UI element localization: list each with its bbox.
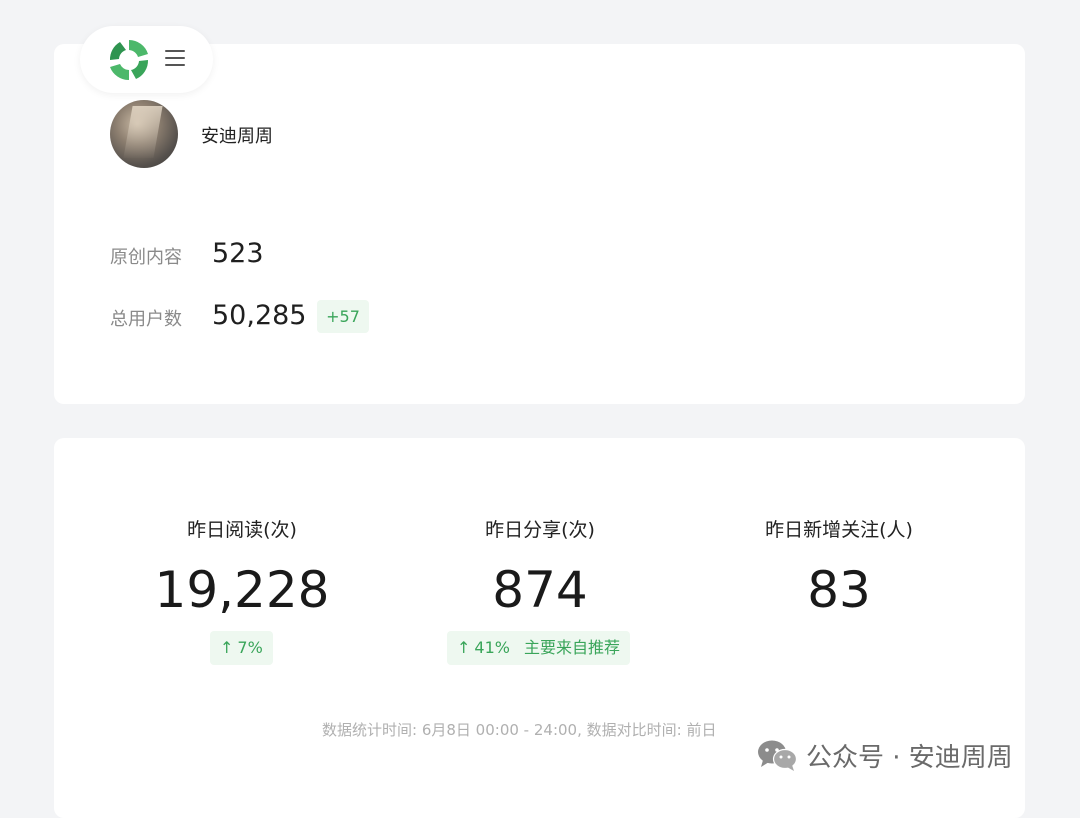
arrow-up-icon: ↑ xyxy=(457,638,471,657)
original-content-label: 原创内容 xyxy=(110,247,182,268)
app-logo-icon xyxy=(109,40,149,81)
metric-new-followers: 昨日新增关注(人) 83 xyxy=(689,517,989,617)
shares-trend-badge: ↑ 41% 主要来自推荐 xyxy=(447,631,630,665)
metric-new-followers-label: 昨日新增关注(人) xyxy=(765,519,913,541)
shares-trend-value: 41% xyxy=(474,638,510,657)
data-time-footnote: 数据统计时间: 6月8日 00:00 - 24:00, 数据对比时间: 前日 xyxy=(322,721,717,739)
watermark: 公众号 · 安迪周周 xyxy=(756,735,1013,775)
total-users-delta-badge: +57 xyxy=(317,300,369,333)
avatar[interactable] xyxy=(110,100,178,168)
metric-new-followers-value: 83 xyxy=(807,561,871,619)
header-pill[interactable] xyxy=(80,26,213,93)
wechat-icon xyxy=(758,740,798,771)
metric-reads-label: 昨日阅读(次) xyxy=(187,519,297,541)
original-content-value: 523 xyxy=(212,238,264,269)
metric-reads-value: 19,228 xyxy=(154,561,330,619)
watermark-text: 公众号 · 安迪周周 xyxy=(806,742,1013,773)
metric-reads: 昨日阅读(次) 19,228 xyxy=(92,517,392,617)
account-name: 安迪周周 xyxy=(201,126,273,147)
metric-shares-value: 874 xyxy=(492,561,588,619)
metric-shares-label: 昨日分享(次) xyxy=(485,519,595,541)
total-users-value: 50,285 xyxy=(212,300,307,331)
reads-trend-value: 7% xyxy=(237,638,263,657)
account-card xyxy=(54,44,1025,404)
metric-shares: 昨日分享(次) 874 xyxy=(390,517,690,617)
hamburger-menu-icon[interactable] xyxy=(165,50,185,67)
total-users-label: 总用户数 xyxy=(110,309,182,330)
reads-trend-badge: ↑ 7% xyxy=(210,631,273,665)
arrow-up-icon: ↑ xyxy=(220,638,234,657)
shares-trend-source: 主要来自推荐 xyxy=(523,638,620,657)
